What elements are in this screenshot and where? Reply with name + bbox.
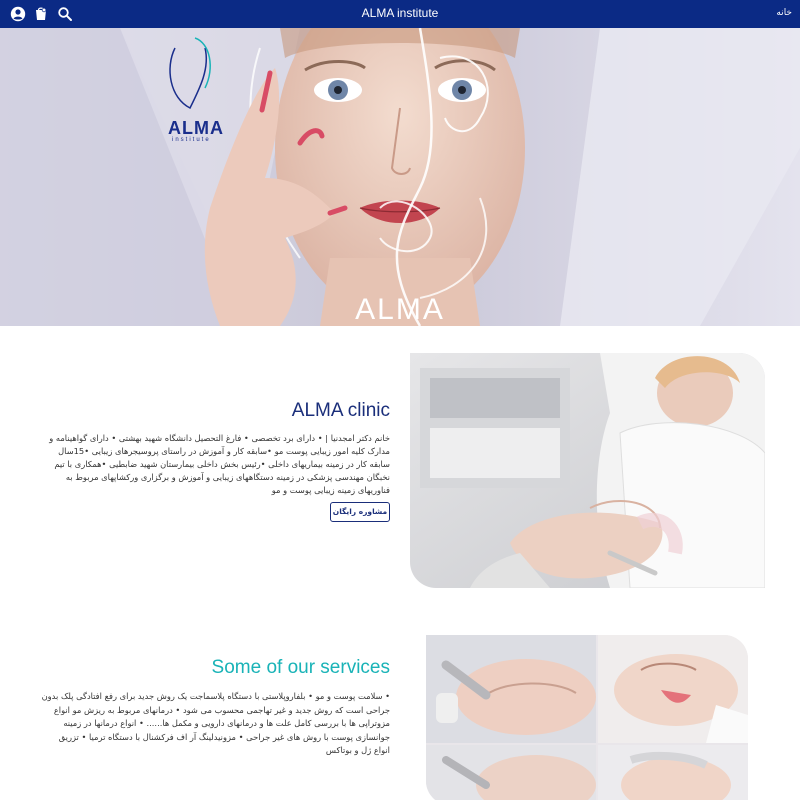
- hero-logo-subtitle: institute: [172, 137, 211, 143]
- services-description: • سلامت پوست و مو • بلفاروپلاستی با دستگ…: [41, 691, 390, 755]
- site-title[interactable]: ALMA institute: [0, 6, 800, 20]
- clinic-description: خانم دکتر امجدنیا | • دارای برد تخصصی • …: [49, 433, 390, 495]
- services-heading: Some of our services: [211, 657, 390, 678]
- services-collage-image: [426, 635, 748, 800]
- hero-illustration: [0, 28, 800, 326]
- services-collage: [426, 635, 748, 800]
- hero-logo-text: ALMA: [168, 118, 224, 138]
- clinic-treatment-image: [410, 353, 765, 588]
- free-consultation-button[interactable]: مشاوره رایگان: [330, 502, 390, 522]
- hero-brand-text: ALMA: [355, 293, 445, 326]
- clinic-heading: ALMA clinic: [291, 400, 390, 421]
- hero-banner: ALMA institute ALMA: [0, 28, 800, 326]
- top-navigation-bar: ALMA institute خانه: [0, 0, 800, 28]
- clinic-photo: [410, 353, 765, 588]
- nav-home-link[interactable]: خانه: [776, 8, 792, 18]
